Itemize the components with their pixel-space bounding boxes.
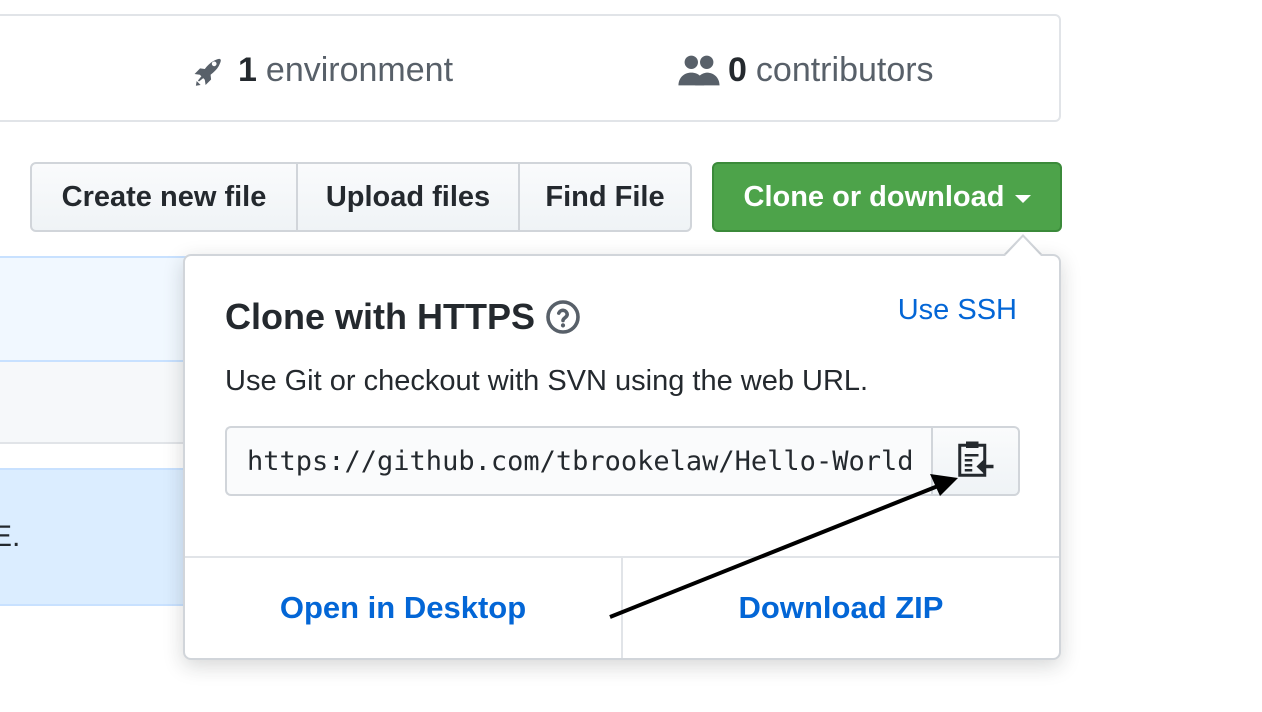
upload-files-button[interactable]: Upload files [296, 162, 520, 232]
contributors-count: 0 [728, 50, 747, 89]
background-panel-readme [0, 468, 200, 606]
clone-button-label: Clone or download [743, 180, 1005, 213]
use-ssh-link[interactable]: Use SSH [898, 294, 1017, 327]
clone-url-input[interactable] [225, 426, 931, 496]
popover-arrow-inner [1005, 237, 1041, 256]
question-circle-icon[interactable] [545, 299, 581, 335]
rocket-icon [188, 49, 230, 91]
repo-summary-bar: 1 environment 0 contributors [0, 14, 1061, 122]
environments-link[interactable]: 1 environment [188, 50, 453, 90]
find-file-button[interactable]: Find File [518, 162, 692, 232]
background-panel-blue [0, 256, 200, 362]
environments-label: environment [265, 50, 454, 89]
people-icon [678, 52, 720, 88]
open-in-desktop-link[interactable]: Open in Desktop [185, 558, 621, 658]
file-actions-group: Create new file Upload files Find File [30, 162, 692, 232]
clipboard-icon [956, 439, 996, 484]
copy-url-button[interactable] [931, 426, 1020, 496]
clone-url-group [225, 426, 1020, 496]
clone-or-download-button[interactable]: Clone or download [712, 162, 1062, 232]
clone-popover-title: Clone with HTTPS [225, 296, 535, 337]
clone-popover: Clone with HTTPS Use SSH Use Git or chec… [183, 254, 1061, 660]
contributors-link[interactable]: 0 contributors [678, 50, 934, 90]
clone-popover-title-row: Clone with HTTPS [225, 296, 581, 338]
clone-popover-footer: Open in Desktop Download ZIP [185, 556, 1059, 658]
background-truncated-text: E. [0, 520, 21, 553]
background-panel-gray [0, 362, 200, 444]
clone-description: Use Git or checkout with SVN using the w… [225, 365, 869, 397]
contributors-label: contributors [755, 50, 934, 89]
download-zip-link[interactable]: Download ZIP [621, 558, 1059, 658]
create-new-file-button[interactable]: Create new file [30, 162, 298, 232]
caret-down-icon [1014, 195, 1031, 203]
environments-count: 1 [238, 50, 257, 89]
